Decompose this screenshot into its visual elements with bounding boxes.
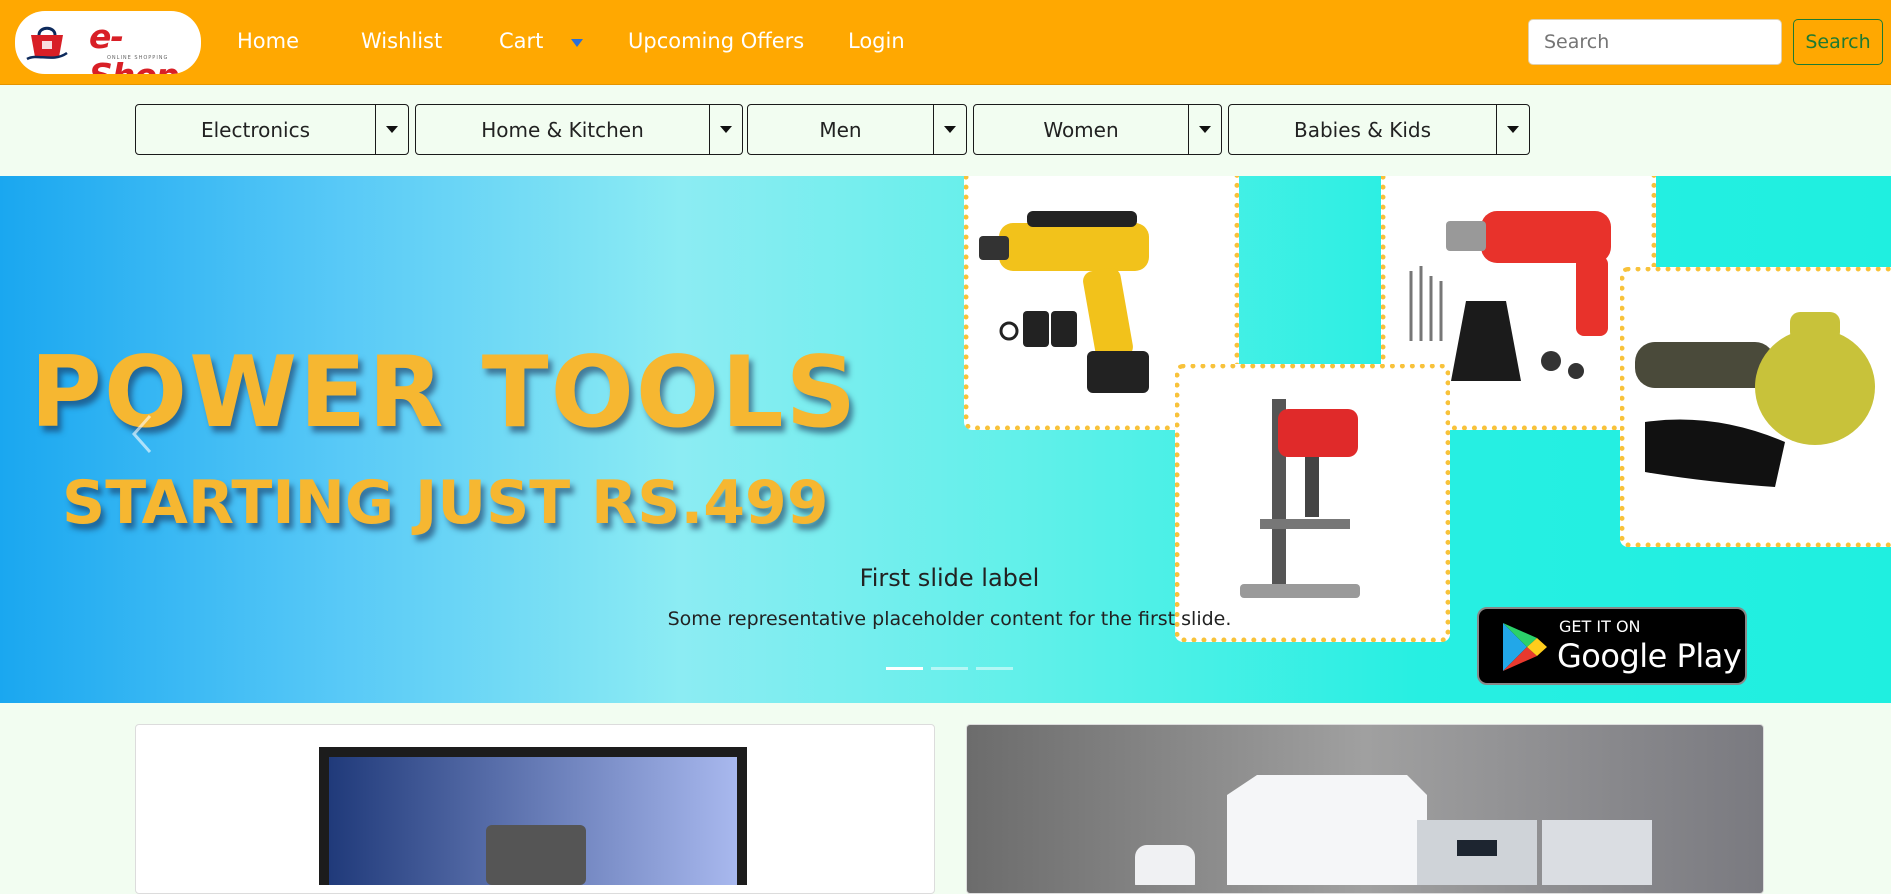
nav-cart-link[interactable]: Cart <box>499 29 543 53</box>
top-navbar: e-Shop ONLINE SHOPPING Home Wishlist Car… <box>0 0 1891 85</box>
home-appliances-image <box>1135 775 1652 893</box>
slide-indicator-3[interactable] <box>976 667 1013 670</box>
television-image <box>319 747 747 893</box>
search-input[interactable] <box>1528 19 1782 65</box>
nav-wishlist-link[interactable]: Wishlist <box>361 29 442 53</box>
nav-login-link[interactable]: Login <box>848 29 905 53</box>
caret-down-icon <box>1199 126 1211 133</box>
caret-down-icon <box>944 126 956 133</box>
drill-press-icon <box>1240 399 1360 598</box>
category-label[interactable]: Babies & Kids <box>1229 105 1496 154</box>
slide-indicator-1[interactable] <box>886 667 923 670</box>
caret-down-icon <box>720 126 732 133</box>
category-label[interactable]: Men <box>748 105 933 154</box>
hero-carousel[interactable]: POWER TOOLS STARTING JUST RS.499 First s… <box>0 176 1891 703</box>
play-store-icon <box>1503 623 1547 671</box>
category-electronics-dropdown[interactable]: Electronics <box>135 104 409 155</box>
category-men-dropdown[interactable]: Men <box>747 104 967 155</box>
category-women-dropdown[interactable]: Women <box>973 104 1222 155</box>
category-home-kitchen-dropdown[interactable]: Home & Kitchen <box>415 104 743 155</box>
badge-large-text: Google Play <box>1557 637 1742 675</box>
category-label[interactable]: Home & Kitchen <box>416 105 709 154</box>
nav-home-link[interactable]: Home <box>237 29 299 53</box>
product-card-tv[interactable] <box>135 724 935 894</box>
banner-subheadline: STARTING JUST RS.499 <box>62 468 829 538</box>
slide-caption-title: First slide label <box>859 564 1040 592</box>
category-babies-kids-dropdown[interactable]: Babies & Kids <box>1228 104 1530 155</box>
search-button[interactable]: Search <box>1793 19 1883 65</box>
shopping-bag-icon <box>26 26 68 61</box>
category-toggle[interactable] <box>1496 105 1529 154</box>
google-play-badge[interactable]: GET IT ON Google Play <box>1477 607 1747 685</box>
category-toggle[interactable] <box>1188 105 1221 154</box>
brand-logo[interactable]: e-Shop ONLINE SHOPPING <box>15 11 201 74</box>
carousel-prev-button[interactable] <box>128 412 158 456</box>
product-card-appliances[interactable] <box>966 724 1764 894</box>
cart-dropdown-caret-icon[interactable] <box>571 39 583 47</box>
slide-indicator-2[interactable] <box>931 667 968 670</box>
nav-upcoming-offers-link[interactable]: Upcoming Offers <box>628 29 804 53</box>
caret-down-icon <box>1507 126 1519 133</box>
electric-blower-image <box>1620 267 1891 547</box>
category-toggle[interactable] <box>375 105 408 154</box>
category-toggle[interactable] <box>709 105 742 154</box>
category-label[interactable]: Women <box>974 105 1188 154</box>
chevron-left-icon <box>131 415 152 453</box>
badge-small-text: GET IT ON <box>1559 617 1641 636</box>
brand-tagline: ONLINE SHOPPING <box>107 55 169 61</box>
category-toggle[interactable] <box>933 105 966 154</box>
brand-name: e-Shop <box>89 17 180 74</box>
caret-down-icon <box>386 126 398 133</box>
category-label[interactable]: Electronics <box>136 105 375 154</box>
blower-icon <box>1635 312 1875 487</box>
drill-press-stand-image <box>1175 364 1450 642</box>
